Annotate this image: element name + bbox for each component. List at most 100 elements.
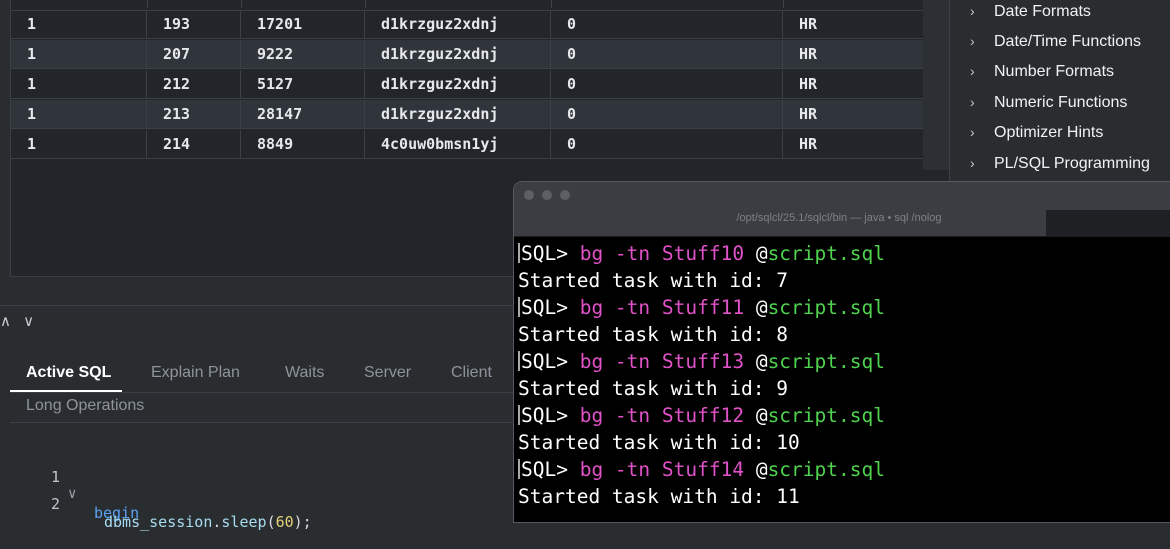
table-cell[interactable]: d1krzguz2xdnj <box>365 70 551 99</box>
terminal-command-line: SQL> bg -tn Stuff12 @script.sql <box>518 402 885 429</box>
terminal-command-line: SQL> bg -tn Stuff14 @script.sql <box>518 456 885 483</box>
terminal-mark-icon <box>518 297 520 317</box>
close-window-icon[interactable] <box>524 190 534 200</box>
table-cell[interactable]: 212 <box>147 70 241 99</box>
command-flag: -tn <box>603 296 662 319</box>
table-cell[interactable]: d1krzguz2xdnj <box>365 40 551 69</box>
table-cell[interactable]: 1 <box>11 40 147 69</box>
sql-prompt: SQL> <box>521 296 580 319</box>
table-cell[interactable]: 193 <box>147 10 241 39</box>
tree-item-number-formats[interactable]: › Number Formats <box>970 57 1114 85</box>
table-cell[interactable]: 1 <box>11 100 147 129</box>
terminal-output-line: Started task with id: 11 <box>518 485 800 508</box>
table-cell[interactable]: 1 <box>11 10 147 39</box>
table-cell[interactable]: 0 <box>551 70 783 99</box>
terminal-command-line: SQL> bg -tn Stuff11 @script.sql <box>518 294 885 321</box>
script-file: script.sql <box>767 242 885 265</box>
tab-active-sql[interactable]: Active SQL <box>26 364 111 382</box>
tree-item-label: Optimizer Hints <box>994 124 1104 141</box>
terminal-output[interactable]: SQL> bg -tn Stuff10 @script.sql Started t… <box>518 240 885 510</box>
tree-item-numeric-functions[interactable]: › Numeric Functions <box>970 88 1127 116</box>
tree-item-date-time-functions[interactable]: › Date/Time Functions <box>970 27 1141 55</box>
table-cell[interactable]: 4c0uw0bmsn1yj <box>365 130 551 159</box>
command-flag: -tn <box>603 350 662 373</box>
task-name: Stuff11 <box>661 296 745 319</box>
table-cell[interactable]: d1krzguz2xdnj <box>365 100 551 129</box>
script-file: script.sql <box>767 458 885 481</box>
tab-long-operations[interactable]: Long Operations <box>26 397 144 415</box>
terminal-mark-icon <box>518 351 520 371</box>
script-at: @ <box>744 458 768 481</box>
table-row[interactable]: 1 193 17201 d1krzguz2xdnj 0 HR <box>11 10 923 39</box>
script-file: script.sql <box>767 350 885 373</box>
table-cell[interactable]: 1 <box>11 130 147 159</box>
task-name: Stuff13 <box>661 350 745 373</box>
collapse-expand-icons[interactable]: ∧ ∨ <box>0 312 38 330</box>
task-name: Stuff10 <box>661 242 745 265</box>
script-file: script.sql <box>767 296 885 319</box>
tree-item-label: Date Formats <box>994 3 1091 20</box>
command-flag: -tn <box>603 242 662 265</box>
command-name: bg <box>579 296 604 319</box>
code-package: dbms_session <box>104 513 213 531</box>
table-row[interactable]: 1 213 28147 d1krzguz2xdnj 0 HR <box>11 100 923 129</box>
code-number: 60 <box>275 513 294 531</box>
table-cell[interactable]: 214 <box>147 130 241 159</box>
tree-item-date-formats[interactable]: › Date Formats <box>970 0 1091 25</box>
table-row[interactable]: 1 212 5127 d1krzguz2xdnj 0 HR <box>11 70 923 99</box>
table-cell[interactable]: 0 <box>551 10 783 39</box>
table-cell[interactable]: 5127 <box>241 70 365 99</box>
minimize-window-icon[interactable] <box>542 190 552 200</box>
table-cell[interactable]: 0 <box>551 100 783 129</box>
table-cell[interactable]: d1krzguz2xdnj <box>365 10 551 39</box>
table-cell[interactable]: 8849 <box>241 130 365 159</box>
code-dot: . <box>212 513 222 531</box>
terminal-output-line: Started task with id: 8 <box>518 323 789 346</box>
terminal-titlebar[interactable]: /opt/sqlcl/25.1/sqlcl/bin — java • sql /… <box>514 182 1170 237</box>
code-line: 1 ∨ begin <box>10 450 139 522</box>
terminal-window[interactable]: /opt/sqlcl/25.1/sqlcl/bin — java • sql /… <box>513 181 1170 523</box>
command-flag: -tn <box>603 458 662 481</box>
table-row[interactable]: 1 214 8849 4c0uw0bmsn1yj 0 HR <box>11 130 923 159</box>
code-divider <box>10 422 514 423</box>
table-cell[interactable]: 0 <box>551 40 783 69</box>
tree-item-label: Number Formats <box>994 63 1115 80</box>
tab-waits[interactable]: Waits <box>285 364 324 382</box>
table-cell[interactable]: 0 <box>551 130 783 159</box>
command-name: bg <box>579 458 604 481</box>
script-file: script.sql <box>767 404 885 427</box>
table-cell[interactable]: 207 <box>147 40 241 69</box>
table-cell[interactable]: 213 <box>147 100 241 129</box>
table-row[interactable]: 1 207 9222 d1krzguz2xdnj 0 HR <box>11 40 923 69</box>
zoom-window-icon[interactable] <box>560 190 570 200</box>
tree-item-plsql-programming[interactable]: › PL/SQL Programming <box>970 149 1150 177</box>
table-cell[interactable]: HR <box>783 130 923 159</box>
tab-server[interactable]: Server <box>364 364 411 382</box>
sql-prompt: SQL> <box>521 458 580 481</box>
sql-prompt: SQL> <box>521 242 580 265</box>
table-cell[interactable]: HR <box>783 10 923 39</box>
tabs-divider <box>10 392 514 393</box>
fold-chevron-icon[interactable]: ∨ <box>68 486 76 502</box>
table-cell[interactable]: HR <box>783 70 923 99</box>
tree-item-label: Numeric Functions <box>994 94 1128 111</box>
script-at: @ <box>744 350 768 373</box>
table-cell[interactable]: HR <box>783 100 923 129</box>
table-cell[interactable]: 28147 <box>241 100 365 129</box>
tab-explain-plan[interactable]: Explain Plan <box>151 364 240 382</box>
table-cell[interactable]: 1 <box>11 70 147 99</box>
table-cell[interactable]: 17201 <box>241 10 365 39</box>
code-line: 2 dbms_session.sleep(60); <box>10 477 312 531</box>
terminal-output-line: Started task with id: 9 <box>518 377 789 400</box>
script-at: @ <box>744 242 768 265</box>
terminal-output-line: Started task with id: 10 <box>518 431 800 454</box>
command-name: bg <box>579 350 604 373</box>
panel-splitter[interactable] <box>0 305 520 306</box>
tree-item-optimizer-hints[interactable]: › Optimizer Hints <box>970 118 1103 146</box>
table-cell[interactable]: 9222 <box>241 40 365 69</box>
table-cell[interactable]: HR <box>783 40 923 69</box>
grid-scroll-gutter[interactable] <box>923 0 949 170</box>
chevron-right-icon: › <box>970 124 975 140</box>
command-flag: -tn <box>603 404 662 427</box>
tab-client[interactable]: Client <box>451 364 492 382</box>
